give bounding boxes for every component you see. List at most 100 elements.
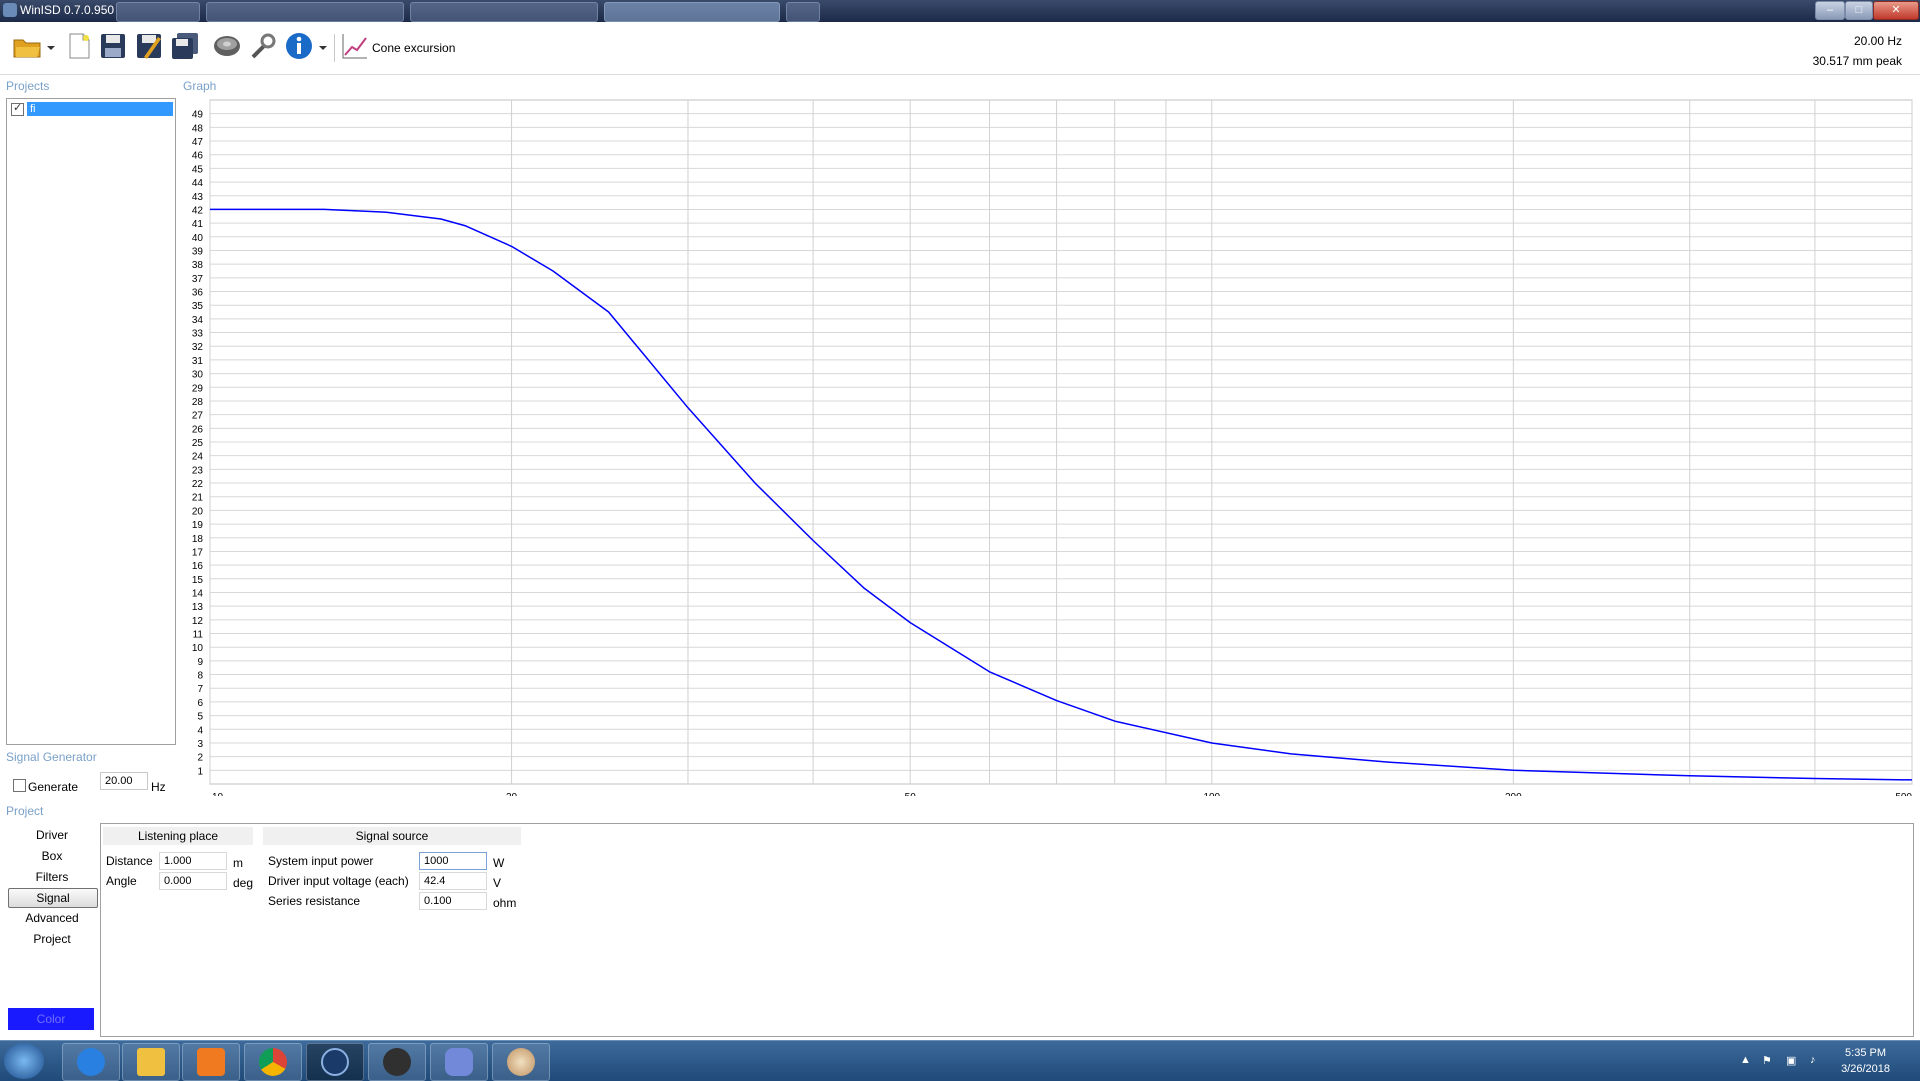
media-player-icon [197,1048,225,1076]
taskbar-app-file-explorer[interactable] [122,1043,180,1081]
minimize-button[interactable]: – [1815,1,1845,20]
y-tick-label: 5 [197,712,203,723]
y-tick-label: 8 [197,671,203,682]
new-document-icon[interactable] [64,31,94,61]
nav-project[interactable]: Project [8,930,96,948]
background-tab [116,2,200,22]
graph-type-label[interactable]: Cone excursion [372,41,455,55]
resistance-label: Series resistance [268,894,361,908]
tray-volume-icon[interactable]: ♪ [1810,1054,1822,1066]
y-tick-label: 30 [192,370,204,381]
close-button[interactable]: ✕ [1873,1,1919,20]
y-tick-label: 31 [192,356,204,367]
dropdown-arrow-icon[interactable] [318,44,328,52]
save-as-icon[interactable] [134,31,164,61]
angle-input[interactable] [159,872,227,890]
signal-generator-header: Signal Generator [6,750,97,764]
y-tick-label: 12 [192,616,204,627]
y-tick-label: 7 [197,684,203,695]
y-tick-label: 38 [192,260,204,271]
resistance-input[interactable] [419,892,487,910]
resistance-unit: ohm [493,896,517,910]
generate-label: Generate [28,780,79,794]
y-tick-label: 6 [197,698,203,709]
y-tick-label: 33 [192,329,204,340]
tray-flag-icon[interactable]: ⚑ [1762,1054,1774,1067]
y-tick-label: 21 [192,493,204,504]
y-tick-label: 35 [192,301,204,312]
y-tick-label: 29 [192,383,204,394]
audio-app-icon [383,1048,411,1076]
projects-list: fi [6,98,176,745]
y-tick-label: 14 [192,588,204,599]
nav-filters[interactable]: Filters [8,868,96,886]
save-icon[interactable] [98,31,128,61]
nav-advanced[interactable]: Advanced [8,909,96,927]
generate-checkbox[interactable] [13,779,26,792]
project-nav: Driver Box Filters Signal Advanced Proje… [4,824,98,1034]
color-button[interactable]: Color [8,1008,94,1030]
y-tick-label: 11 [193,630,204,641]
readout-frequency: 20.00 Hz [1853,34,1902,48]
internet-explorer-icon [77,1048,105,1076]
voltage-label: Driver input voltage (each) [268,874,409,888]
maximize-button[interactable]: □ [1845,1,1873,20]
tray-clock[interactable]: 5:35 PM 3/26/2018 [1841,1045,1890,1077]
y-tick-label: 25 [192,438,204,449]
cone-excursion-graph[interactable]: 1234567891011121314151617181920212223242… [178,96,1920,796]
taskbar-app-chrome[interactable] [244,1043,302,1081]
taskbar-app-discord[interactable] [430,1043,488,1081]
y-tick-label: 48 [192,123,204,134]
x-tick-label: 50 [905,792,917,796]
start-button[interactable] [4,1043,44,1079]
tray-expand-icon[interactable]: ▲ [1740,1054,1752,1066]
angle-unit: deg [233,876,254,890]
taskbar: ▲ ⚑ ▣ ♪ 5:35 PM 3/26/2018 [0,1040,1920,1081]
taskbar-app[interactable] [306,1043,364,1081]
y-tick-label: 49 [192,110,204,121]
graph-header: Graph [183,79,217,93]
chrome-icon [259,1048,287,1076]
driver-icon[interactable] [212,31,242,61]
graph-icon[interactable] [340,31,370,61]
nav-box[interactable]: Box [8,847,96,865]
taskbar-app-internet-explorer[interactable] [62,1043,120,1081]
y-tick-label: 22 [192,479,204,490]
background-tab [786,2,820,22]
tray-date: 3/26/2018 [1841,1063,1890,1075]
nav-signal[interactable]: Signal [8,888,98,908]
open-folder-icon[interactable] [12,31,42,61]
y-tick-label: 32 [192,342,204,353]
tray-network-icon[interactable]: ▣ [1786,1054,1798,1067]
y-tick-label: 27 [192,411,204,422]
y-tick-label: 28 [192,397,204,408]
tray-time: 5:35 PM [1845,1047,1887,1059]
distance-label: Distance [106,854,153,868]
y-tick-label: 42 [192,205,204,216]
save-all-icon[interactable] [170,31,200,61]
distance-input[interactable] [159,852,227,870]
project-item[interactable]: fi [27,102,173,116]
y-tick-label: 34 [192,315,204,326]
dropdown-arrow-icon[interactable] [46,44,56,52]
y-tick-label: 36 [192,288,204,299]
voltage-input[interactable] [419,872,487,890]
y-tick-label: 23 [192,465,204,476]
angle-label: Angle [106,874,137,888]
y-tick-label: 10 [192,643,204,654]
nav-driver[interactable]: Driver [8,826,96,844]
taskbar-app-paint[interactable] [492,1043,550,1081]
info-icon[interactable] [284,31,314,61]
y-tick-label: 26 [192,424,204,435]
x-tick-label: 100 [1203,792,1220,796]
toolbar-separator [334,34,335,62]
taskbar-app-audio[interactable] [368,1043,426,1081]
wrench-icon[interactable] [248,31,278,61]
taskbar-app-media-player[interactable] [182,1043,240,1081]
power-input[interactable] [419,852,487,870]
project-checkbox[interactable] [11,101,24,116]
y-tick-label: 16 [192,561,204,572]
listening-place-header: Listening place [103,827,253,845]
y-tick-label: 41 [192,219,204,230]
generator-frequency-input[interactable] [100,772,148,790]
